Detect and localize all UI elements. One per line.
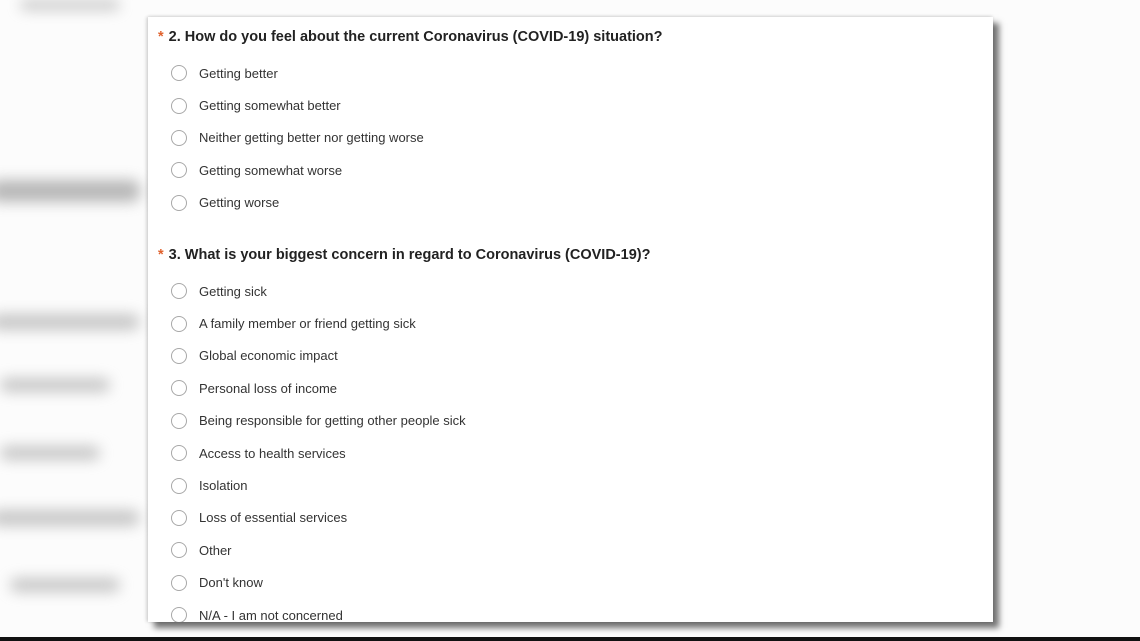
radio-button[interactable] — [171, 65, 187, 82]
option-list: Getting sick A family member or friend g… — [158, 275, 650, 622]
blurred-background-text — [0, 510, 140, 526]
radio-button[interactable] — [171, 412, 187, 429]
option-personal-loss-of-income[interactable]: Personal loss of income — [158, 372, 650, 404]
option-label: Isolation — [199, 478, 248, 494]
question-title: * 3. What is your biggest concern in rega… — [158, 245, 650, 265]
option-getting-better[interactable]: Getting better — [158, 57, 663, 89]
radio-button[interactable] — [171, 97, 187, 114]
option-responsible-for-others[interactable]: Being responsible for getting other peop… — [158, 405, 650, 437]
option-access-to-health-services[interactable]: Access to health services — [158, 437, 650, 469]
radio-button[interactable] — [171, 542, 187, 559]
radio-button[interactable] — [171, 194, 187, 211]
option-label: Personal loss of income — [199, 380, 338, 396]
option-other[interactable]: Other — [158, 534, 650, 566]
radio-button[interactable] — [171, 509, 187, 526]
option-global-economic-impact[interactable]: Global economic impact — [158, 340, 650, 372]
radio-button[interactable] — [171, 477, 187, 494]
question-2: * 2. How do you feel about the current Co… — [158, 27, 663, 219]
survey-panel: * 2. How do you feel about the current Co… — [148, 17, 993, 622]
option-label: Getting somewhat worse — [199, 162, 343, 178]
question-text: 2. How do you feel about the current Cor… — [168, 29, 663, 45]
option-label: Being responsible for getting other peop… — [199, 413, 466, 429]
option-label: Global economic impact — [199, 348, 338, 364]
option-label: Getting sick — [199, 283, 267, 299]
option-label: Loss of essential services — [199, 510, 348, 526]
radio-button[interactable] — [171, 574, 187, 591]
option-dont-know[interactable]: Don't know — [158, 567, 650, 599]
question-3: * 3. What is your biggest concern in rega… — [158, 245, 650, 622]
option-getting-somewhat-worse[interactable]: Getting somewhat worse — [158, 154, 663, 186]
option-label: Getting somewhat better — [199, 98, 341, 114]
option-getting-worse[interactable]: Getting worse — [158, 187, 663, 219]
option-family-member-sick[interactable]: A family member or friend getting sick — [158, 307, 650, 339]
option-getting-somewhat-better[interactable]: Getting somewhat better — [158, 89, 663, 121]
screen: * 2. How do you feel about the current Co… — [0, 0, 1140, 641]
required-asterisk: * — [158, 29, 164, 45]
option-getting-sick[interactable]: Getting sick — [158, 275, 650, 307]
option-isolation[interactable]: Isolation — [158, 469, 650, 501]
option-label: Neither getting better nor getting worse — [199, 130, 424, 146]
option-neither[interactable]: Neither getting better nor getting worse — [158, 122, 663, 154]
radio-button[interactable] — [171, 315, 187, 332]
option-label: N/A - I am not concerned — [199, 607, 343, 622]
option-label: Getting worse — [199, 195, 280, 211]
option-label: Access to health services — [199, 445, 346, 461]
blurred-background-text — [10, 578, 120, 592]
option-loss-of-essential-services[interactable]: Loss of essential services — [158, 502, 650, 534]
required-asterisk: * — [158, 247, 164, 263]
blurred-background-text — [0, 180, 140, 202]
option-label: Getting better — [199, 65, 278, 81]
option-label: Don't know — [199, 575, 263, 591]
bottom-border-strip — [0, 637, 1140, 641]
blurred-background-text — [0, 378, 110, 392]
radio-button[interactable] — [171, 607, 187, 622]
radio-button[interactable] — [171, 283, 187, 300]
option-label: Other — [199, 542, 232, 558]
blurred-background-text — [0, 446, 100, 460]
option-not-concerned[interactable]: N/A - I am not concerned — [158, 599, 650, 622]
radio-button[interactable] — [171, 380, 187, 397]
question-text: 3. What is your biggest concern in regar… — [168, 247, 651, 263]
radio-button[interactable] — [171, 445, 187, 462]
option-label: A family member or friend getting sick — [199, 316, 416, 332]
radio-button[interactable] — [171, 129, 187, 146]
blurred-background-text — [0, 314, 140, 330]
radio-button[interactable] — [171, 162, 187, 179]
blurred-background-text — [20, 0, 120, 10]
question-title: * 2. How do you feel about the current Co… — [158, 27, 663, 47]
option-list: Getting better Getting somewhat better N… — [158, 57, 663, 219]
radio-button[interactable] — [171, 347, 187, 364]
